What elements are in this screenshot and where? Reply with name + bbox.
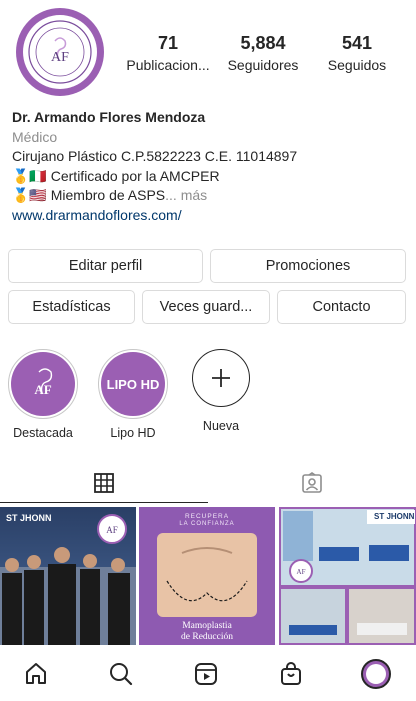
edit-profile-button[interactable]: Editar perfil [8,249,203,283]
followers-count-label: Seguidores [227,57,299,73]
post-headline: RECUPERA [184,513,230,520]
highlight-cover: AF [11,352,75,416]
tagged-person-icon [302,472,322,493]
svg-text:AF: AF [106,525,118,535]
post-thumbnail[interactable]: RECUPERA LA CONFIANZA Mamoplastia de Red… [139,507,275,645]
post-caption: Mamoplastia [182,621,232,631]
followers-count-value: 5,884 [240,33,286,53]
grid-icon [94,473,114,493]
profile-bio: Dr. Armando Flores Mendoza Médico Ciruja… [12,108,408,225]
tab-posts-grid[interactable] [0,463,208,503]
following-count-label: Seguidos [327,57,387,73]
profile-tabs [0,463,416,503]
profile-avatar[interactable]: AF [16,8,104,96]
profile-name: Dr. Armando Flores Mendoza [12,109,206,125]
website-link[interactable]: www.drarmandoflores.com/ [12,206,408,226]
profile-header: AF 71 Publicacion... 5,884 Seguidores 54… [0,0,416,100]
highlight-label: Lipo HD [110,426,156,440]
nav-reels[interactable] [188,656,224,692]
posts-count[interactable]: 71 Publicacion... [126,33,209,74]
bio-line: Cirujano Plástico C.P.5822223 C.E. 11014… [12,148,298,164]
bottom-navigation [0,648,416,701]
bio-line: 🥇🇮🇹 Certificado por la AMCPER [12,167,220,184]
highlight-destacada[interactable]: AF Destacada [8,349,78,440]
post-grid: AF ST JHONN RECUPERA LA CONFIANZA Mamopl… [0,507,416,645]
bio-line-text: 🥇🇺🇸 Miembro de ASPS [12,187,166,203]
bio-line: 🥇🇺🇸 Miembro de ASPS... más [12,186,408,206]
highlight-ring: LIPO HD [98,349,168,419]
followers-count[interactable]: 5,884 Seguidores [226,33,300,74]
svg-text:AF: AF [51,50,69,65]
posts-count-label: Publicacion... [126,57,210,73]
breast-surgery-illustration [157,533,257,617]
clinic-brand-label: ST JHONN [6,513,52,523]
tab-tagged[interactable] [208,463,416,503]
post-thumbnail[interactable]: AF ST JHONN [279,507,416,645]
search-icon [110,663,133,686]
posts-count-value: 71 [157,33,179,53]
add-icon [192,349,250,407]
highlight-label: Nueva [202,419,240,433]
nav-search[interactable] [103,656,139,692]
profile-avatar-icon [361,659,391,689]
nav-home[interactable] [18,656,54,692]
highlight-cover-text: LIPO HD [101,352,165,416]
post-thumbnail[interactable]: AF ST JHONN [0,507,136,645]
insights-button[interactable]: Estadísticas [8,290,135,324]
contact-button[interactable]: Contacto [277,290,406,324]
nav-shop[interactable] [273,656,309,692]
hospital-rooms-image: AF [279,507,416,645]
following-count-value: 541 [341,33,373,53]
promotions-button[interactable]: Promociones [210,249,406,283]
profile-category: Médico [12,128,58,145]
svg-text:AF: AF [34,382,51,397]
post-caption: de Reducción [181,632,233,642]
clinic-brand-label: ST JHONN [374,512,415,521]
highlight-lipo-hd[interactable]: LIPO HD Lipo HD [98,349,168,440]
clinic-logo: AF [23,15,97,89]
svg-text:AF: AF [297,568,306,576]
post-subheadline: LA CONFIANZA [179,521,235,527]
reels-icon [195,663,217,685]
saved-views-button[interactable]: Veces guard... [142,290,270,324]
team-photo-image: AF [0,507,136,645]
highlight-ring: AF [8,349,78,419]
highlight-label: Destacada [13,426,73,440]
more-link[interactable]: ... más [165,187,207,203]
home-icon [26,663,46,684]
nav-profile[interactable] [358,656,394,692]
active-tab-indicator [0,502,208,503]
shopping-bag-icon [281,662,301,685]
highlight-new[interactable]: Nueva [186,349,256,433]
following-count[interactable]: 541 Seguidos [326,33,388,74]
